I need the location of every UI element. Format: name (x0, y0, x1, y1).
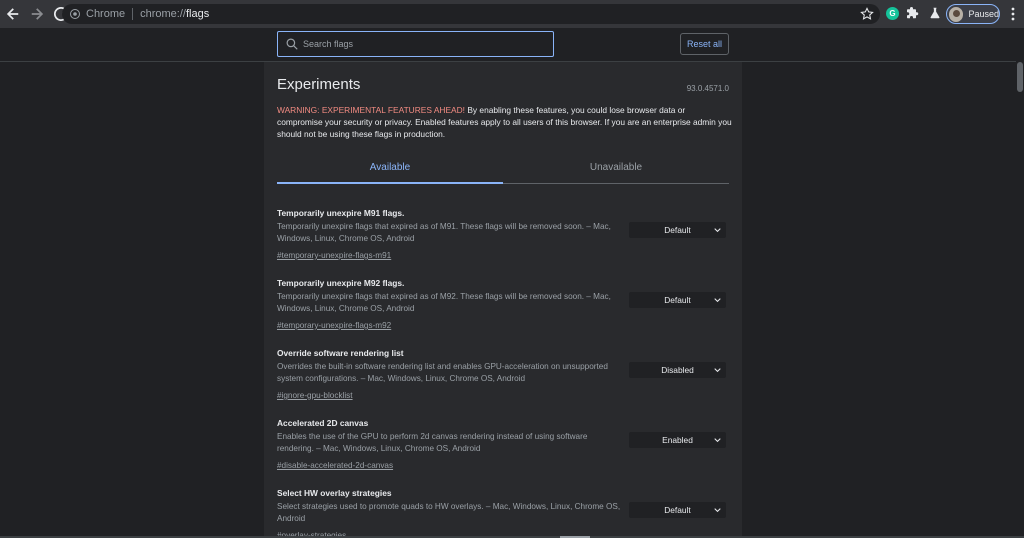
flag-state-select[interactable]: Enabled (629, 432, 726, 448)
flag-item: Override software rendering list Overrid… (277, 348, 729, 418)
browser-toolbar: Chrome chrome://flags G Paused (0, 0, 1024, 28)
flags-header: Reset all (0, 28, 1024, 62)
forward-button[interactable] (26, 3, 48, 25)
reset-all-button[interactable]: Reset all (680, 33, 729, 55)
tab-unavailable[interactable]: Unavailable (503, 158, 729, 183)
arrow-left-icon (6, 8, 19, 20)
flag-state-value: Enabled (662, 435, 693, 445)
avatar (949, 6, 964, 22)
grammarly-extension-icon[interactable]: G (886, 6, 899, 20)
flag-state-value: Disabled (661, 365, 694, 375)
flag-description: Enables the use of the GPU to perform 2d… (277, 432, 588, 453)
tab-available[interactable]: Available (277, 158, 503, 184)
flag-state-select[interactable]: Disabled (629, 362, 726, 378)
version-label: 93.0.4571.0 (686, 84, 729, 93)
chevron-down-icon (714, 298, 721, 303)
search-container[interactable] (277, 31, 554, 57)
flag-anchor-link[interactable]: #ignore-gpu-blocklist (277, 390, 353, 402)
url-prefix: chrome:// (140, 8, 186, 20)
flag-item: Accelerated 2D canvas Enables the use of… (277, 418, 729, 488)
scrollbar[interactable] (1016, 28, 1024, 538)
flag-item: Temporarily unexpire M91 flags. Temporar… (277, 208, 729, 278)
flag-description: Select strategies used to promote quads … (277, 502, 621, 523)
url-path: flags (185, 8, 210, 20)
address-bar[interactable]: Chrome chrome://flags (62, 4, 880, 24)
more-vert-icon[interactable] (1006, 6, 1020, 22)
flag-state-select[interactable]: Default (629, 222, 726, 238)
flag-anchor-link[interactable]: #temporary-unexpire-flags-m91 (277, 250, 391, 262)
extensions-puzzle-icon[interactable] (905, 5, 921, 21)
chevron-down-icon (714, 228, 721, 233)
flag-title: Override software rendering list (277, 348, 404, 358)
flag-description: Temporarily unexpire flags that expired … (277, 222, 611, 243)
flag-state-select[interactable]: Default (629, 502, 726, 518)
flag-description: Temporarily unexpire flags that expired … (277, 292, 611, 313)
flag-title: Accelerated 2D canvas (277, 418, 369, 428)
flag-anchor-link[interactable]: #temporary-unexpire-flags-m92 (277, 320, 391, 332)
flag-state-select[interactable]: Default (629, 292, 726, 308)
search-icon (286, 38, 298, 50)
page-title: Experiments (277, 76, 361, 93)
flag-state-value: Default (664, 505, 691, 515)
profile-status-label: Paused (968, 9, 999, 19)
flag-item: Temporarily unexpire M92 flags. Temporar… (277, 278, 729, 348)
flags-list: Temporarily unexpire M91 flags. Temporar… (277, 208, 729, 538)
profile-button[interactable]: Paused (946, 4, 1000, 24)
labs-flask-icon[interactable] (927, 5, 943, 21)
search-input[interactable] (303, 39, 543, 49)
chevron-down-icon (714, 508, 721, 513)
flag-state-value: Default (664, 225, 691, 235)
chrome-site-icon (70, 9, 80, 19)
address-separator (132, 8, 134, 20)
warning-message: WARNING: EXPERIMENTAL FEATURES AHEAD! By… (277, 104, 732, 140)
tab-bar: Available Unavailable (277, 158, 729, 184)
left-gutter (0, 62, 264, 538)
bookmark-star-icon[interactable] (860, 7, 874, 21)
flag-description: Overrides the built-in software renderin… (277, 362, 608, 383)
flag-title: Temporarily unexpire M92 flags. (277, 278, 405, 288)
chevron-down-icon (714, 438, 721, 443)
warning-heading: WARNING: EXPERIMENTAL FEATURES AHEAD! (277, 105, 465, 115)
flag-item: Select HW overlay strategies Select stra… (277, 488, 729, 538)
back-button[interactable] (2, 3, 24, 25)
right-gutter (742, 62, 1024, 538)
site-scheme-label: Chrome (86, 8, 126, 20)
arrow-right-icon (31, 8, 44, 20)
experiments-panel: Experiments 93.0.4571.0 WARNING: EXPERIM… (264, 62, 742, 538)
flag-title: Temporarily unexpire M91 flags. (277, 208, 405, 218)
flag-title: Select HW overlay strategies (277, 488, 392, 498)
scrollbar-thumb[interactable] (1017, 62, 1023, 92)
flag-anchor-link[interactable]: #disable-accelerated-2d-canvas (277, 460, 393, 472)
extension-icons: G (886, 5, 943, 21)
flag-state-value: Default (664, 295, 691, 305)
chevron-down-icon (714, 368, 721, 373)
